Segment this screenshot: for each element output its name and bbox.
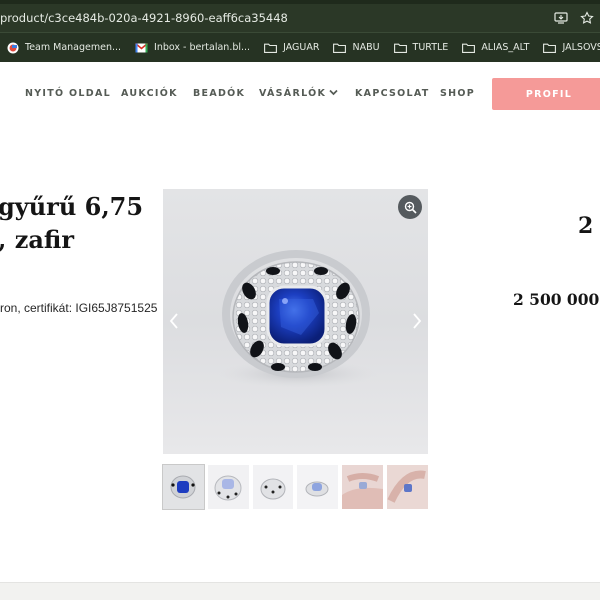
nav-item-home[interactable]: NYITÓ OLDAL	[25, 88, 111, 99]
folder-icon	[264, 43, 278, 53]
bookmark-label: NABU	[352, 42, 380, 53]
nav-item-buyers-label: VÁSÁRLÓK	[259, 88, 327, 99]
folder-icon	[462, 43, 476, 53]
chevron-down-icon	[329, 88, 338, 99]
folder-icon	[393, 43, 407, 53]
bookmark-inbox[interactable]: Inbox - bertalan.bl...	[128, 33, 257, 62]
chevron-left-icon[interactable]	[166, 311, 182, 331]
bookmark-label: Team Managemen...	[25, 42, 122, 53]
gmail-icon	[135, 42, 149, 53]
thumbnail-4[interactable]	[297, 465, 339, 509]
bookmark-alias-alt[interactable]: ALIAS_ALT	[455, 33, 536, 62]
thumbnail-2[interactable]	[207, 465, 249, 509]
bookmark-label: TURTLE	[412, 42, 449, 53]
bookmarks-bar: Team Managemen... Inbox - bertalan.bl...…	[0, 32, 600, 62]
address-bar[interactable]: product/c3ce484b-020a-4921-8960-eaff6ca3…	[0, 4, 600, 32]
ring-image	[218, 250, 378, 388]
product-title-line-1: gyűrű 6,75	[0, 192, 144, 221]
thumbnail-5[interactable]	[342, 465, 384, 509]
app-icon	[7, 42, 19, 54]
site-navigation: NYITÓ OLDAL AUKCIÓK BEADÓK VÁSÁRLÓK KAPC…	[0, 62, 600, 124]
nav-item-contact[interactable]: KAPCSOLAT	[355, 88, 430, 99]
bookmark-star-icon[interactable]	[580, 11, 594, 25]
chevron-right-icon[interactable]	[409, 311, 425, 331]
zoom-icon[interactable]	[398, 195, 422, 219]
right-column-number: 2	[578, 213, 594, 239]
profile-button[interactable]: PROFIL	[492, 78, 600, 110]
thumbnail-6[interactable]	[387, 465, 428, 509]
page-bottom-strip	[0, 582, 600, 600]
url-text[interactable]: product/c3ce484b-020a-4921-8960-eaff6ca3…	[0, 11, 288, 25]
product-main-image[interactable]	[163, 189, 428, 454]
product-title: gyűrű 6,75 , zafir	[0, 190, 158, 256]
nav-item-auctions[interactable]: AUKCIÓK	[121, 88, 178, 99]
folder-icon	[543, 43, 557, 53]
product-description: ron, certifikát: IGI65J8751525	[0, 301, 158, 315]
bookmark-jalsovszky[interactable]: JALSOVSZKY	[536, 33, 600, 62]
bookmark-label: JALSOVSZKY	[562, 42, 600, 53]
bookmark-team-management[interactable]: Team Managemen...	[0, 33, 128, 62]
thumbnail-1[interactable]	[162, 464, 205, 510]
nav-item-buyers[interactable]: VÁSÁRLÓK	[259, 88, 338, 99]
folder-icon	[333, 43, 347, 53]
thumbnail-3[interactable]	[252, 465, 294, 509]
bookmark-label: ALIAS_ALT	[481, 42, 530, 53]
product-title-line-2: , zafir	[0, 225, 74, 254]
bookmark-label: Inbox - bertalan.bl...	[154, 42, 251, 53]
bookmark-nabu[interactable]: NABU	[326, 33, 386, 62]
product-price: 2 500 000	[513, 290, 600, 309]
install-app-icon[interactable]	[554, 11, 568, 25]
thumbnail-strip	[162, 464, 428, 510]
bookmark-jaguar[interactable]: JAGUAR	[257, 33, 326, 62]
bookmark-label: JAGUAR	[283, 42, 320, 53]
bookmark-turtle[interactable]: TURTLE	[387, 33, 456, 62]
nav-item-sellers[interactable]: BEADÓK	[193, 88, 245, 99]
nav-item-shop[interactable]: SHOP	[440, 88, 475, 99]
